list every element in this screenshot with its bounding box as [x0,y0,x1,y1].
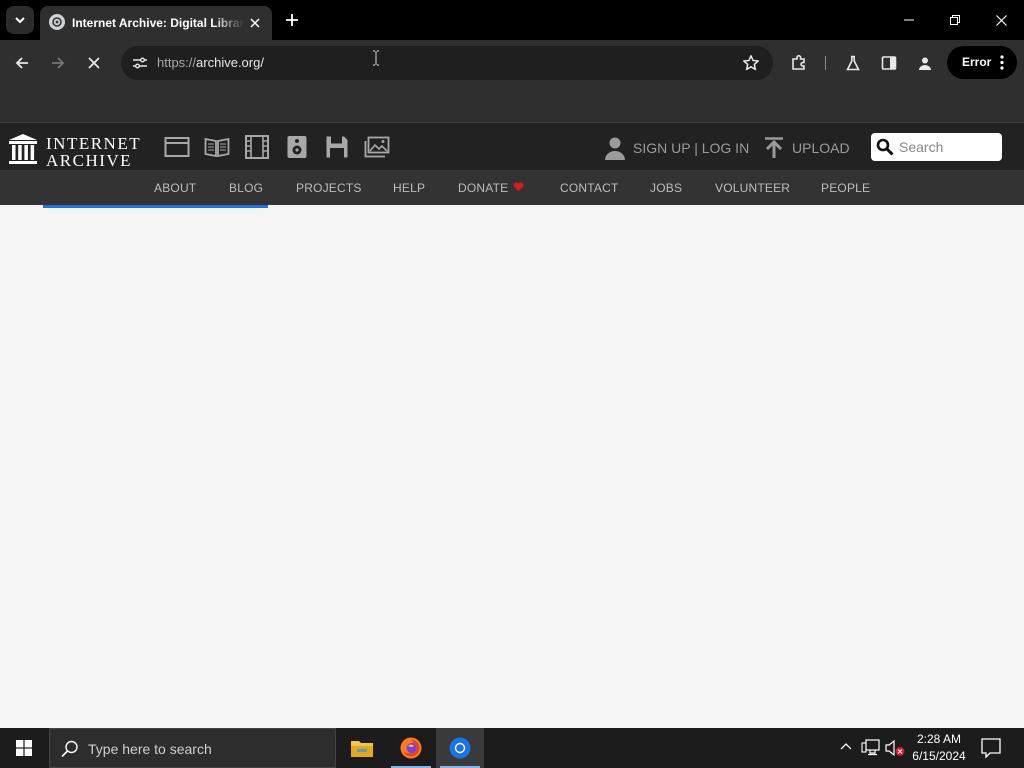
ia-search-input[interactable] [899,137,995,157]
firefox-icon[interactable] [387,728,435,768]
ia-nav-bar: ABOUT BLOG PROJECTS HELP DONATE CONTACT … [0,170,1024,205]
images-icon[interactable] [363,133,391,161]
windows-logo-icon [16,740,32,756]
software-icon[interactable] [323,133,351,161]
arrow-right-icon [52,57,65,69]
audio-icon[interactable] [283,133,311,161]
user-icon [605,137,625,160]
system-clock[interactable]: 2:28 AM 6/15/2024 [906,731,972,765]
close-window-button[interactable] [978,0,1024,40]
restore-icon [950,15,960,25]
bookmarks-bar-area [0,86,1024,122]
video-icon[interactable] [243,133,271,161]
nav-donate[interactable]: DONATE [458,181,508,195]
side-panel-icon [881,56,897,70]
browser-tab-active[interactable]: Internet Archive: Digital Library of Fre… [40,6,272,40]
upload-link[interactable]: UPLOAD [764,135,850,161]
labs-button[interactable] [837,47,869,79]
nav-volunteer[interactable]: VOLUNTEER [715,181,790,195]
signup-login-label: SIGN UP | LOG IN [633,140,750,156]
chevron-down-icon [15,17,25,24]
windows-taskbar: Type here to search 2:28 AM 6/15/2024 [0,728,1024,768]
tab-search-button[interactable] [6,6,34,34]
new-tab-button[interactable] [280,8,304,32]
search-icon [876,138,894,156]
nav-projects[interactable]: PROJECTS [296,181,362,195]
address-url: https://archive.org/ [157,55,264,71]
profile-button[interactable] [909,47,941,79]
texts-icon[interactable] [203,133,231,161]
upload-arrow-icon [765,137,783,158]
side-panel-button[interactable] [873,47,905,79]
arrow-left-icon [15,57,28,69]
text-cursor-icon [373,50,379,66]
minimize-icon [904,19,914,21]
notification-center-icon[interactable] [978,736,1004,760]
url-scheme: https:// [157,55,197,70]
clock-time: 2:28 AM [916,732,962,746]
forward-button[interactable] [42,47,74,79]
upload-label: UPLOAD [792,140,850,156]
browser-toolbar: https://archive.org/ [0,40,1024,86]
nav-jobs[interactable]: JOBS [650,181,682,195]
start-button[interactable] [0,728,48,768]
chrome-icon[interactable] [436,728,484,768]
stop-loading-button[interactable] [78,47,110,79]
ia-wordmark-line2: ARCHIVE [46,151,133,170]
search-icon [61,740,78,758]
stop-x-icon [88,57,100,69]
minimize-button[interactable] [886,0,932,40]
file-explorer-icon[interactable] [338,728,386,768]
browser-tab-strip: Internet Archive: Digital Library of Fre… [0,0,1024,40]
taskbar-search-box[interactable]: Type here to search [49,728,336,768]
puzzle-icon [792,54,805,70]
flask-icon [846,55,860,71]
ia-top-header: INTERNET ARCHIVE SIGN UP | LOG IN UPLOAD [0,122,1024,170]
tab-title: Internet Archive: Digital Library of Fre… [72,16,244,30]
volume-muted-icon[interactable] [884,739,906,757]
error-menu-button[interactable]: Error [947,46,1017,79]
site-info-tune-icon[interactable] [127,50,153,76]
more-vert-icon [1000,55,1004,70]
archive-favicon-icon [49,14,65,30]
archive-building-icon [9,134,37,164]
tab-close-icon[interactable] [246,14,264,32]
restore-button[interactable] [932,0,978,40]
bookmark-star-icon[interactable] [741,53,761,73]
web-icon[interactable] [163,133,191,161]
toolbar-divider [825,56,826,70]
page-load-progress-bar [43,205,268,208]
person-icon [919,57,931,70]
close-icon [995,14,1007,26]
page-content-area [0,205,1024,728]
extensions-button[interactable] [783,47,815,79]
internet-archive-logo[interactable]: INTERNET ARCHIVE [8,131,148,169]
back-button[interactable] [6,47,38,79]
address-bar[interactable]: https://archive.org/ [121,46,773,80]
tray-chevron-up-icon[interactable] [838,739,854,755]
network-icon[interactable] [861,739,881,757]
nav-about[interactable]: ABOUT [154,181,196,195]
plus-icon [286,14,298,26]
taskbar-search-placeholder: Type here to search [88,741,212,757]
clock-date: 6/15/2024 [912,749,966,763]
nav-help[interactable]: HELP [393,181,425,195]
signup-login-link[interactable]: SIGN UP | LOG IN [604,135,749,161]
heart-icon [513,182,524,192]
ia-wordmark-line1: INTERNET [46,134,142,153]
ia-wordmark: INTERNET ARCHIVE [46,135,141,169]
nav-blog[interactable]: BLOG [229,181,263,195]
nav-people[interactable]: PEOPLE [821,181,870,195]
error-label: Error [962,55,992,69]
url-host: archive.org/ [196,55,264,70]
nav-contact[interactable]: CONTACT [560,181,619,195]
ia-search-box[interactable] [871,133,1002,161]
